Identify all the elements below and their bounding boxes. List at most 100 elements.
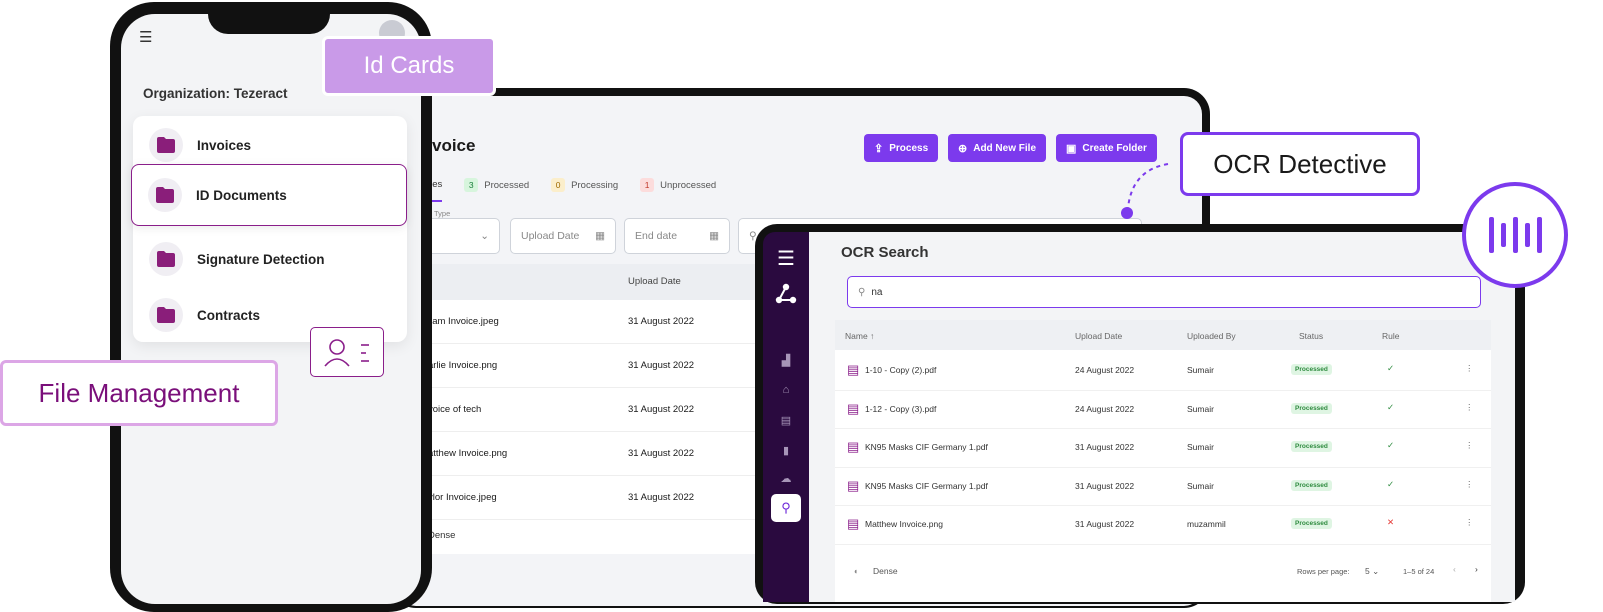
folder-item-signature-detection[interactable]: Signature Detection	[133, 230, 407, 288]
file-name: arlie Invoice.png	[428, 360, 498, 371]
upload-date: 24 August 2022	[1075, 365, 1135, 375]
ocr-results-table: Name ↑ Upload Date Uploaded By Status Ru…	[835, 320, 1491, 602]
folder-item-id-documents[interactable]: ID Documents	[131, 164, 407, 226]
more-options-icon[interactable]: ⋮	[1465, 517, 1474, 528]
table-row[interactable]: ▤ 1-12 - Copy (3).pdf 24 August 2022 Sum…	[835, 391, 1491, 429]
column-name[interactable]: Name ↑	[845, 331, 874, 341]
rows-per-page-value: 5	[1365, 566, 1370, 576]
search-icon: ⚲	[858, 286, 866, 298]
file-name: KN95 Masks CIF Germany 1.pdf	[865, 442, 988, 452]
process-button[interactable]: ⇪ Process	[864, 134, 939, 162]
more-options-icon[interactable]: ⋮	[1465, 479, 1474, 490]
uploaded-by: Sumair	[1187, 442, 1214, 452]
file-name: ylor Invoice.jpeg	[428, 492, 497, 503]
more-options-icon[interactable]: ⋮	[1465, 440, 1474, 451]
hamburger-menu-icon[interactable]: ☰	[763, 246, 809, 271]
pdf-file-icon: ▤	[847, 400, 860, 416]
column-upload-date[interactable]: Upload Date	[628, 276, 681, 287]
rule-fail-icon: ✕	[1387, 517, 1395, 527]
unprocessed-count-badge: 1	[640, 178, 655, 192]
tab-processed-label: Processed	[484, 179, 530, 191]
table-header: Name ↑ Upload Date Uploaded By Status Ru…	[835, 320, 1491, 350]
tab-processing[interactable]: 0 Processing	[551, 178, 618, 202]
processed-count-badge: 3	[464, 178, 479, 192]
callout-id-cards: Id Cards	[322, 36, 496, 96]
phone-notch	[208, 2, 330, 34]
processing-count-badge: 0	[551, 178, 566, 192]
page-title: OCR Search	[841, 244, 929, 261]
table-row[interactable]: ▤ KN95 Masks CIF Germany 1.pdf 31 August…	[835, 429, 1491, 468]
ocr-scan-badge-icon	[1462, 182, 1568, 288]
add-new-file-label: Add New File	[973, 142, 1037, 154]
create-folder-button[interactable]: ▣ Create Folder	[1056, 134, 1157, 162]
callout-id-cards-label: Id Cards	[363, 52, 455, 79]
column-rule[interactable]: Rule	[1382, 331, 1399, 341]
rows-per-page-select[interactable]: 5 ⌄	[1365, 566, 1379, 577]
uploaded-by: Sumair	[1187, 403, 1214, 414]
pdf-file-icon: ▤	[847, 477, 860, 493]
chevron-down-icon: ⌄	[480, 230, 489, 242]
pdf-file-icon: ▤	[847, 439, 860, 454]
more-options-icon[interactable]: ⋮	[1465, 402, 1474, 413]
more-options-icon[interactable]: ⋮	[1465, 363, 1474, 374]
chevron-right-icon[interactable]: ›	[1475, 564, 1478, 574]
folder-label: ID Documents	[196, 187, 287, 203]
rule-check-icon: ✓	[1387, 401, 1395, 412]
uploaded-by: Sumair	[1187, 480, 1214, 491]
column-upload-date[interactable]: Upload Date	[1075, 331, 1122, 341]
upload-date: 31 August 2022	[1075, 442, 1135, 452]
ocr-search-input[interactable]: ⚲ na	[847, 276, 1481, 308]
folder-plus-icon: ▣	[1066, 142, 1077, 155]
folder-label: Contracts	[197, 307, 261, 323]
upload-date-input[interactable]: Upload Date ▦	[510, 218, 616, 254]
column-status[interactable]: Status	[1299, 331, 1323, 341]
end-date-input[interactable]: End date ▦	[624, 218, 730, 254]
upload-date-placeholder: Upload Date	[521, 230, 580, 242]
status-badge: Processed	[1291, 441, 1332, 452]
clipboard-icon[interactable]: ▮	[763, 444, 809, 457]
upload-date: 31 August 2022	[628, 360, 695, 371]
calendar-icon: ▦	[595, 230, 605, 242]
page-title: voice	[432, 136, 476, 155]
calendar-icon: ▦	[709, 230, 719, 242]
analytics-icon[interactable]: ▟	[763, 354, 809, 367]
upload-date: 24 August 2022	[1075, 403, 1135, 414]
rule-check-icon: ✓	[1387, 440, 1395, 450]
pdf-file-icon: ▤	[847, 362, 860, 377]
tab-processed[interactable]: 3 Processed	[464, 178, 529, 202]
hamburger-menu-icon[interactable]: ☰	[139, 28, 152, 46]
file-name: liam Invoice.jpeg	[428, 316, 499, 327]
column-uploaded-by[interactable]: Uploaded By	[1187, 331, 1236, 341]
pagination-range: 1–5 of 24	[1403, 567, 1435, 576]
ocr-search-nav-item[interactable]: ⚲	[771, 494, 801, 522]
table-row[interactable]: ▤ Matthew Invoice.png 31 August 2022 muz…	[835, 506, 1491, 545]
tab-unprocessed-label: Unprocessed	[660, 179, 717, 191]
file-name: 1-12 - Copy (3).pdf	[865, 403, 937, 414]
uploaded-by: Sumair	[1187, 365, 1214, 375]
chevron-left-icon[interactable]: ‹	[1453, 564, 1456, 574]
folder-label: Signature Detection	[197, 251, 325, 267]
cloud-icon[interactable]: ☁	[763, 472, 809, 485]
upload-icon: ⇪	[874, 142, 884, 155]
folder-icon	[149, 298, 183, 332]
search-icon: ⚲	[781, 500, 791, 515]
rule-check-icon: ✓	[1387, 478, 1395, 489]
pdf-file-icon: ▤	[847, 516, 860, 531]
dense-toggle-label[interactable]: Dense	[428, 530, 455, 541]
ocr-search-panel: OCR Search ⚲ na Name ↑ Upload Date Uploa…	[809, 232, 1515, 602]
table-row[interactable]: ▤ KN95 Masks CIF Germany 1.pdf 31 August…	[835, 468, 1491, 506]
calendar-icon[interactable]: ▤	[763, 414, 809, 427]
upload-date: 31 August 2022	[628, 404, 695, 415]
bank-icon[interactable]: ⌂	[763, 384, 809, 396]
upload-date: 31 August 2022	[1075, 480, 1135, 491]
search-value: na	[871, 286, 883, 298]
tab-unprocessed[interactable]: 1 Unprocessed	[640, 178, 716, 202]
dense-toggle-icon[interactable]: ◖	[853, 566, 858, 576]
file-name: voice of tech	[428, 404, 482, 415]
table-row[interactable]: ▤ 1-10 - Copy (2).pdf 24 August 2022 Sum…	[835, 352, 1491, 391]
rows-per-page-label: Rows per page:	[1297, 567, 1350, 576]
rule-check-icon: ✓	[1387, 363, 1395, 373]
add-new-file-button[interactable]: ⊕ Add New File	[948, 134, 1047, 162]
process-button-label: Process	[889, 142, 929, 154]
folder-icon	[149, 128, 183, 162]
